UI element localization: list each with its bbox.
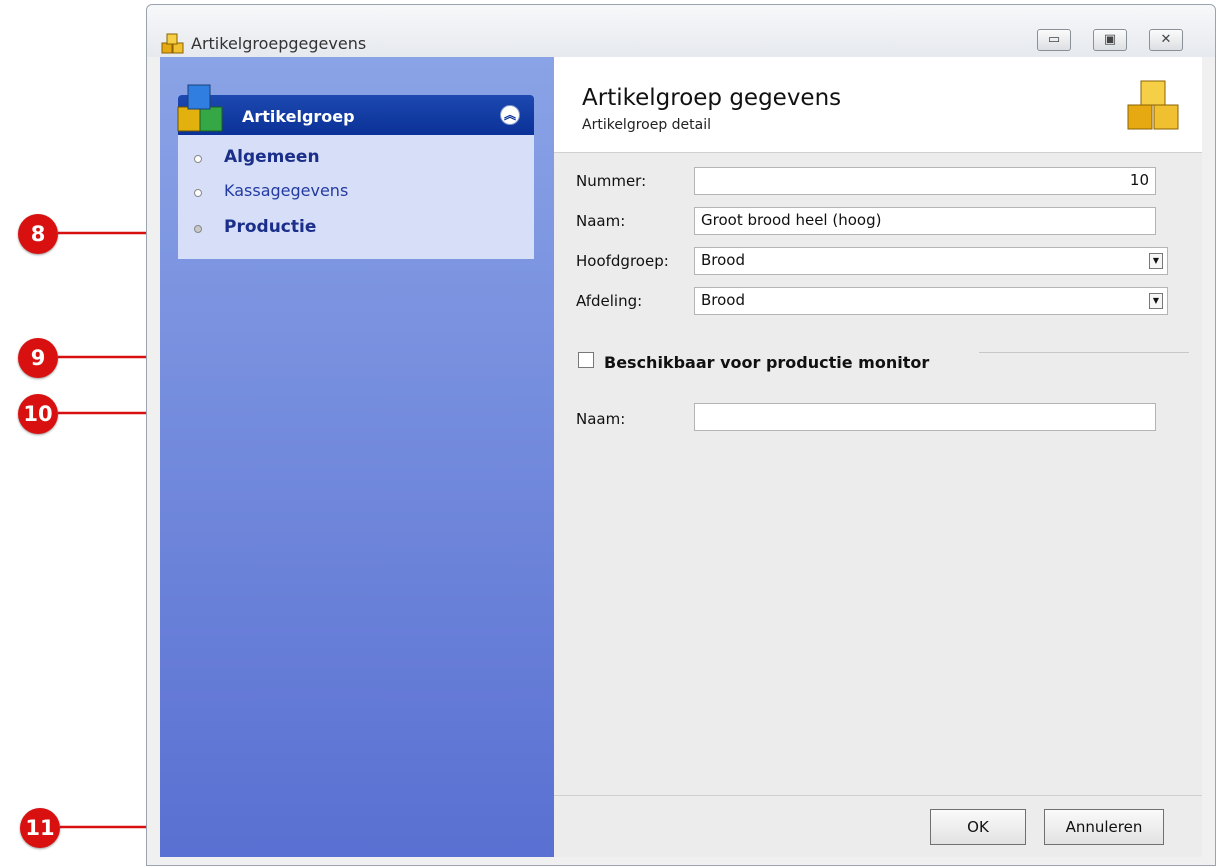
- sidebar-item-label: Productie: [224, 217, 317, 237]
- cubes-icon: [1127, 80, 1179, 130]
- callout-11: 11: [20, 808, 60, 848]
- afdeling-value: Brood: [701, 291, 746, 309]
- sidebar-item-label: Kassagegevens: [224, 181, 349, 200]
- hoofdgroep-value: Brood: [701, 251, 746, 269]
- callout-10: 10: [18, 394, 58, 434]
- hoofdgroep-label: Hoofdgroep:: [576, 252, 669, 270]
- bullet-icon: [194, 189, 202, 197]
- productie-naam-label: Naam:: [576, 410, 626, 428]
- productie-monitor-label[interactable]: Beschikbaar voor productie monitor: [604, 353, 929, 372]
- afdeling-select[interactable]: Brood ▼: [694, 287, 1168, 315]
- ok-button[interactable]: OK: [930, 809, 1026, 845]
- page-subtitle: Artikelgroep detail: [582, 117, 712, 133]
- content-pane: Artikelgroep gegevens Artikelgroep detai…: [554, 57, 1202, 857]
- minimize-button[interactable]: ▭: [1037, 29, 1071, 51]
- naam-field[interactable]: Groot brood heel (hoog): [694, 207, 1156, 235]
- nummer-label: Nummer:: [576, 172, 647, 190]
- maximize-button[interactable]: ▣: [1093, 29, 1127, 51]
- close-button[interactable]: ✕: [1149, 29, 1183, 51]
- chevron-down-icon[interactable]: ▼: [1149, 253, 1163, 269]
- callout-8: 8: [18, 214, 58, 254]
- cubes-icon: [161, 33, 184, 54]
- productie-monitor-checkbox[interactable]: [578, 352, 594, 368]
- bullet-icon: [194, 155, 202, 163]
- colored-cubes-icon: [177, 84, 223, 132]
- content-header: Artikelgroep gegevens Artikelgroep detai…: [554, 57, 1202, 153]
- productie-naam-field[interactable]: [694, 403, 1156, 431]
- sidebar: Artikelgroep ︽ Algemeen Kassagegevens Pr…: [160, 57, 554, 857]
- afdeling-label: Afdeling:: [576, 292, 643, 310]
- naam-label: Naam:: [576, 212, 626, 230]
- title-bar[interactable]: Artikelgroepgegevens ▭ ▣ ✕: [147, 5, 1215, 57]
- collapse-icon[interactable]: ︽: [500, 105, 520, 125]
- window-title: Artikelgroepgegevens: [191, 34, 367, 53]
- sidebar-panel-title: Artikelgroep: [242, 107, 355, 126]
- nummer-field[interactable]: 10: [694, 167, 1156, 195]
- chevron-down-icon[interactable]: ▼: [1149, 293, 1163, 309]
- cancel-button[interactable]: Annuleren: [1044, 809, 1164, 845]
- section-divider: [979, 352, 1189, 353]
- callout-9: 9: [18, 338, 58, 378]
- sidebar-panel-body: Algemeen Kassagegevens Productie: [178, 135, 534, 259]
- hoofdgroep-select[interactable]: Brood ▼: [694, 247, 1168, 275]
- sidebar-item-label: Algemeen: [224, 147, 320, 167]
- page-title: Artikelgroep gegevens: [582, 85, 842, 111]
- footer-divider: [554, 795, 1202, 796]
- bullet-icon: [194, 225, 202, 233]
- dialog-window: Artikelgroepgegevens ▭ ▣ ✕ Artikelgroep …: [146, 4, 1216, 866]
